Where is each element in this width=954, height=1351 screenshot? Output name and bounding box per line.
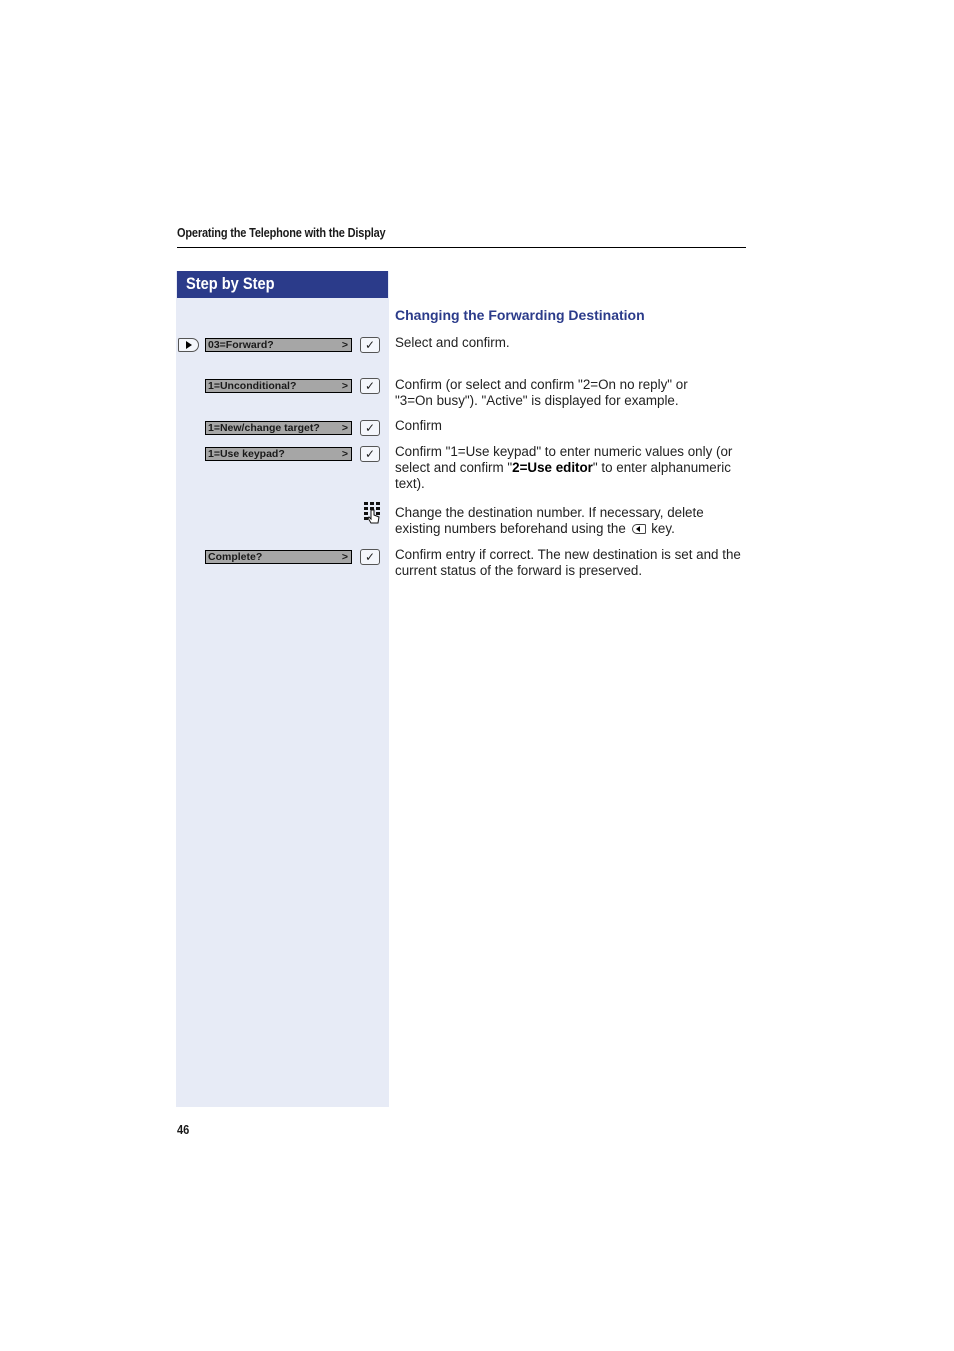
display-field: 1=Unconditional? >	[205, 379, 352, 393]
delete-key-icon	[631, 524, 646, 534]
display-field: 03=Forward? >	[205, 338, 352, 352]
step-description: Change the destination number. If necess…	[395, 505, 751, 537]
check-key-icon: ✓	[360, 337, 380, 353]
sidebar-header: Step by Step	[177, 271, 388, 298]
display-text: 1=New/change target?	[208, 422, 320, 434]
step-description: Confirm entry if correct. The new destin…	[395, 547, 741, 578]
running-header: Operating the Telephone with the Display	[177, 226, 386, 240]
sidebar-title: Step by Step	[186, 274, 275, 293]
navigation-key-icon	[178, 338, 199, 352]
step-description: Confirm (or select and confirm "2=On no …	[395, 377, 688, 408]
check-key-icon: ✓	[360, 549, 380, 565]
display-field: 1=New/change target? >	[205, 421, 352, 435]
step-description: Select and confirm.	[395, 335, 510, 350]
step-sidebar	[176, 271, 389, 1107]
text-part: key.	[647, 521, 675, 536]
display-text: 1=Unconditional?	[208, 380, 297, 392]
section-title: Changing the Forwarding Destination	[395, 307, 645, 323]
check-key-icon: ✓	[360, 446, 380, 462]
display-field: Complete? >	[205, 550, 352, 564]
step-description: Confirm "1=Use keypad" to enter numeric …	[395, 444, 751, 492]
arrow-indicator: >	[341, 551, 348, 563]
header-rule	[177, 247, 746, 248]
display-text: 1=Use keypad?	[208, 448, 285, 460]
arrow-indicator: >	[341, 339, 348, 351]
page-number: 46	[177, 1122, 190, 1137]
arrow-indicator: >	[341, 422, 348, 434]
check-key-icon: ✓	[360, 378, 380, 394]
display-text: Complete?	[208, 551, 263, 563]
bold-option: 2=Use editor	[512, 460, 593, 475]
arrow-indicator: >	[341, 380, 348, 392]
keypad-icon	[364, 502, 380, 524]
display-text: 03=Forward?	[208, 339, 274, 351]
display-field: 1=Use keypad? >	[205, 447, 352, 461]
step-description: Confirm	[395, 418, 442, 433]
arrow-indicator: >	[341, 448, 348, 460]
check-key-icon: ✓	[360, 420, 380, 436]
